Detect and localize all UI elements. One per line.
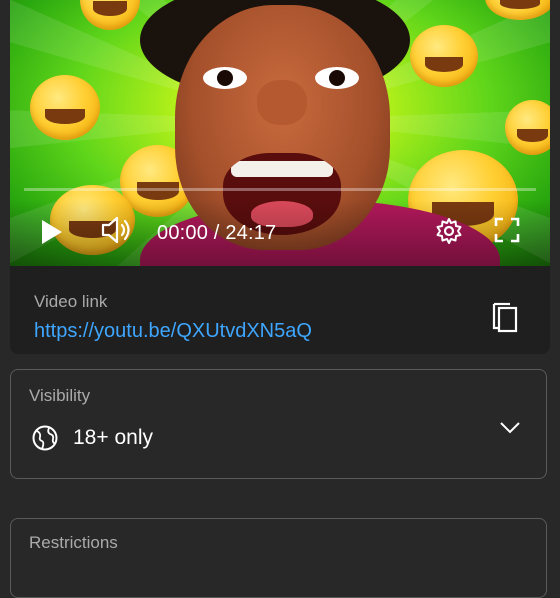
play-icon: [42, 220, 62, 244]
chevron-down-icon[interactable]: [497, 414, 523, 440]
copy-icon: [492, 302, 518, 333]
play-button[interactable]: [38, 218, 64, 246]
progress-bar[interactable]: [24, 188, 536, 191]
fullscreen-button[interactable]: [494, 217, 520, 243]
video-link-section: Video link https://youtu.be/QXUtvdXN5aQ: [10, 266, 550, 354]
gear-icon: [436, 218, 462, 244]
visibility-dropdown[interactable]: Visibility 18+ only: [10, 369, 547, 479]
video-link-label: Video link: [34, 292, 108, 311]
restrictions-label: Restrictions: [29, 533, 118, 552]
settings-button[interactable]: [435, 217, 463, 245]
fullscreen-icon: [494, 217, 520, 243]
teeth: [231, 161, 333, 177]
left-eye: [203, 67, 247, 89]
laughing-emoji-icon: [30, 75, 100, 140]
globe-icon: [32, 425, 58, 451]
volume-icon: [101, 216, 130, 244]
laughing-emoji-icon: [410, 25, 478, 87]
nose: [257, 80, 307, 125]
visibility-value: 18+ only: [73, 426, 153, 449]
player-controls: 00:00 / 24:17: [10, 200, 550, 266]
video-preview-card: 00:00 / 24:17 Video link https://youtu.b…: [10, 0, 550, 354]
copy-link-button[interactable]: [490, 298, 520, 334]
visibility-label: Visibility: [29, 386, 91, 405]
right-eye: [315, 67, 359, 89]
video-link-url[interactable]: https://youtu.be/QXUtvdXN5aQ: [34, 320, 312, 343]
time-display: 00:00 / 24:17: [157, 222, 277, 244]
video-thumbnail[interactable]: 00:00 / 24:17: [10, 0, 550, 266]
volume-button[interactable]: [100, 215, 134, 245]
restrictions-section: Restrictions: [10, 518, 547, 598]
